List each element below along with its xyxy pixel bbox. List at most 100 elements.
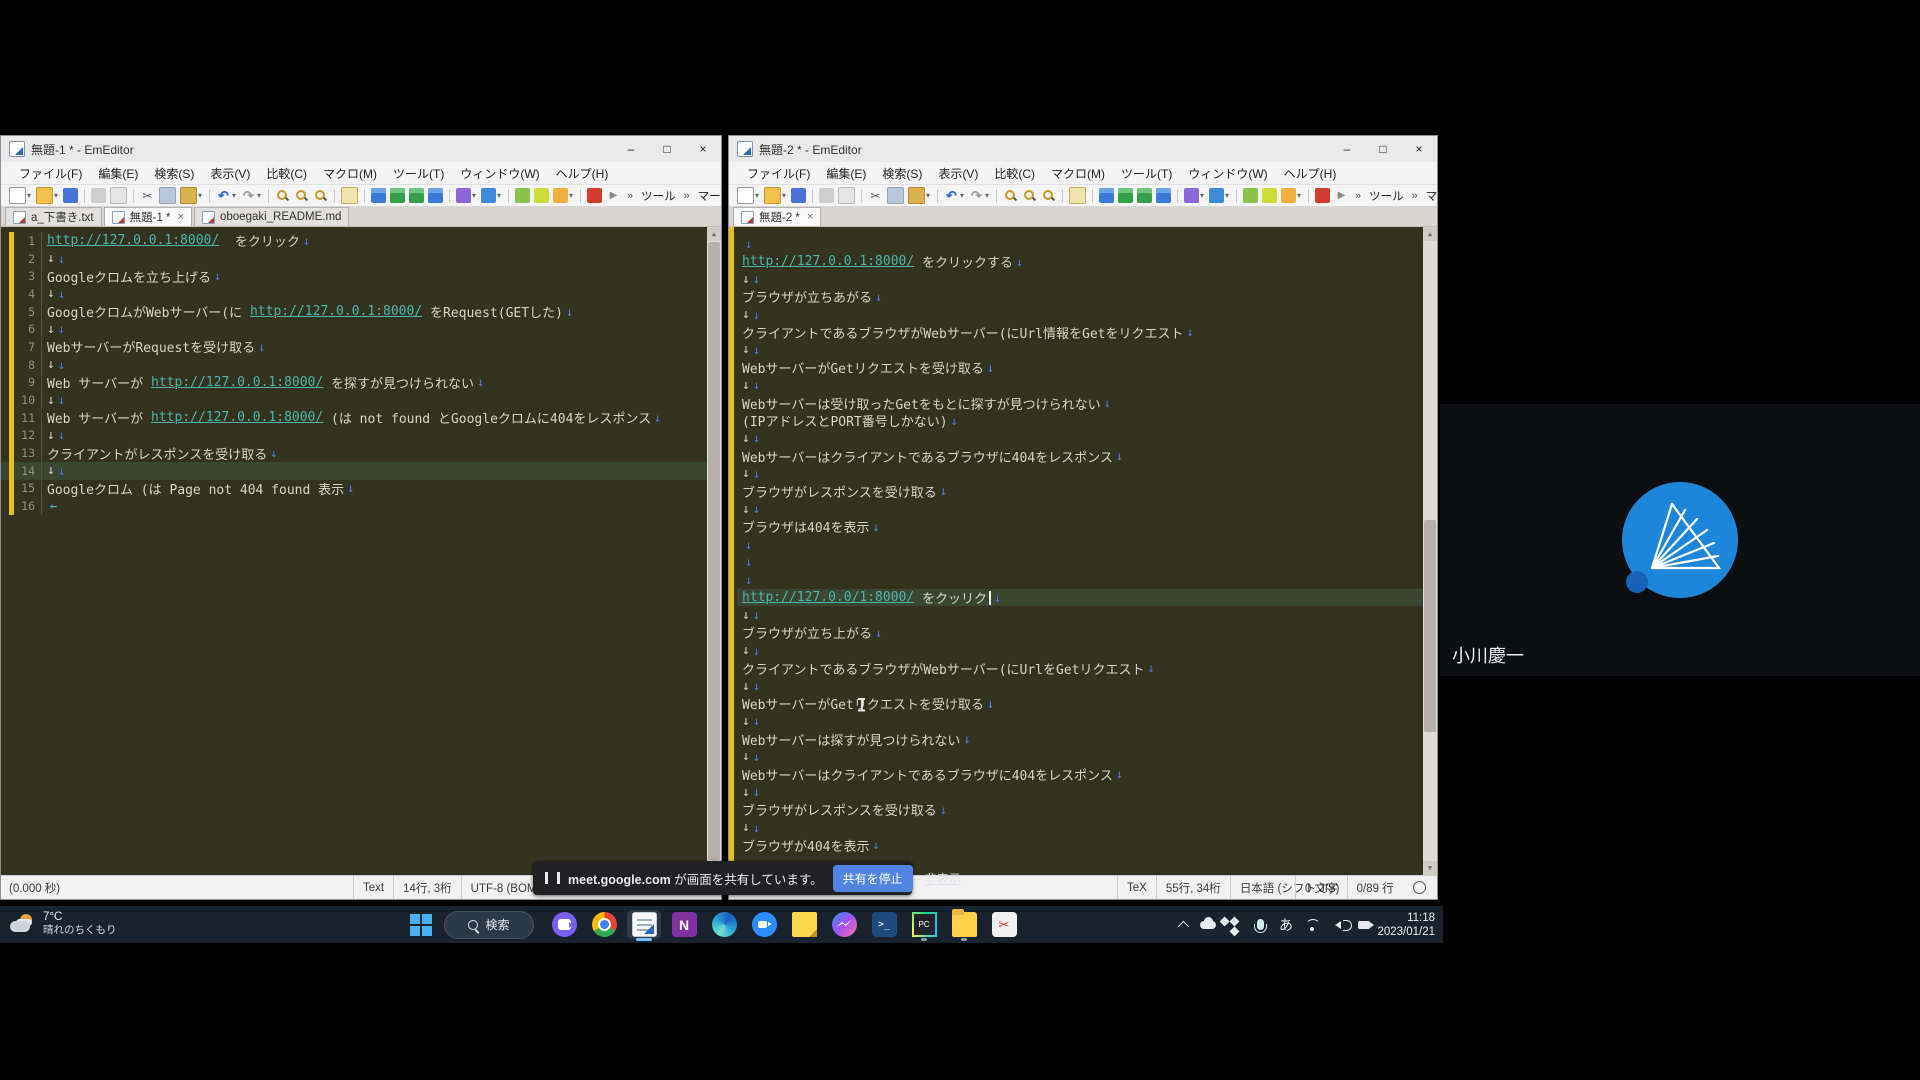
scrollbar-thumb[interactable] [1424, 520, 1436, 732]
find-icon[interactable] [1003, 188, 1018, 203]
redo-icon[interactable] [241, 188, 256, 203]
undo-icon[interactable] [944, 188, 959, 203]
doc-browser-icon[interactable] [1209, 188, 1224, 203]
menu-item[interactable]: 比較(C) [986, 165, 1043, 182]
table-green-icon[interactable] [1118, 188, 1133, 203]
new-icon[interactable] [737, 187, 754, 204]
menu-item[interactable]: ヘルプ(H) [1276, 165, 1345, 182]
toolbar-label[interactable]: マーカー [698, 188, 721, 204]
chrome-taskbar-icon[interactable] [584, 906, 624, 943]
doc-html-icon[interactable] [1184, 188, 1199, 203]
paste-icon[interactable] [180, 187, 197, 204]
document-tab[interactable]: 無題-1 *× [104, 207, 192, 226]
toolbar-overflow-chevron[interactable]: » [1355, 190, 1361, 202]
menu-item[interactable]: ウィンドウ(W) [452, 165, 547, 182]
hyperlink-text[interactable]: http://127.0.0.1:8000/ [151, 375, 323, 390]
status-segment[interactable]: 14行, 3桁 [393, 876, 461, 899]
ime-icon[interactable]: あ [1274, 913, 1298, 937]
filter-icon[interactable] [341, 187, 358, 204]
menu-item[interactable]: 編集(E) [818, 165, 874, 182]
redo-icon[interactable] [969, 188, 984, 203]
editor-right[interactable]: ↓http://127.0.0.1:8000/ をクリックする↓↓↓ブラウザが立… [729, 227, 1437, 875]
dropdown-arrow-icon[interactable]: ▾ [497, 191, 504, 200]
dropdown-arrow-icon[interactable]: ▾ [755, 191, 762, 200]
dropbox-icon[interactable] [1222, 913, 1246, 937]
document-tab[interactable]: oboegaki_README.md [194, 207, 349, 226]
toolbar-label[interactable]: ツール [641, 188, 676, 204]
toolbar-overflow-chevron[interactable]: » [684, 190, 690, 202]
copy-icon[interactable] [887, 187, 904, 204]
document-tab[interactable]: 無題-2 *× [733, 207, 821, 226]
new-icon[interactable] [9, 187, 26, 204]
open-icon[interactable] [764, 187, 781, 204]
status-segment[interactable]: 0 文字 [1295, 876, 1347, 899]
messenger-taskbar-icon[interactable] [824, 906, 864, 943]
preview-icon[interactable] [838, 187, 855, 204]
tool-lime-icon[interactable] [534, 188, 549, 203]
taskbar-clock[interactable]: 11:18 2023/01/21 [1377, 911, 1435, 940]
snip-taskbar-icon[interactable] [984, 906, 1024, 943]
dropdown-arrow-icon[interactable]: ▾ [1200, 191, 1207, 200]
dropdown-arrow-icon[interactable]: ▾ [27, 191, 34, 200]
copy-icon[interactable] [159, 187, 176, 204]
titlebar-right[interactable]: 無題-2 * - EmEditor – □ × [729, 136, 1437, 162]
menu-item[interactable]: ファイル(F) [739, 165, 818, 182]
table-green-icon[interactable] [390, 188, 405, 203]
taskbar-weather-widget[interactable]: 7°C 晴れのちくもり [10, 910, 117, 938]
doc-browser-icon[interactable] [481, 188, 496, 203]
vertical-scrollbar[interactable]: ▲ ▼ [707, 227, 721, 875]
tool-orange-icon[interactable] [553, 188, 568, 203]
save-icon[interactable] [791, 188, 806, 203]
dropdown-arrow-icon[interactable]: ▾ [1297, 191, 1304, 200]
hyperlink-text[interactable]: http://127.0.0/1:8000/ [742, 590, 914, 605]
find-prev-icon[interactable] [313, 188, 328, 203]
cut-icon[interactable] [868, 188, 883, 203]
dropdown-arrow-icon[interactable]: ▾ [569, 191, 576, 200]
menu-item[interactable]: ヘルプ(H) [548, 165, 617, 182]
open-icon[interactable] [36, 187, 53, 204]
hyperlink-text[interactable]: http://127.0.0.1:8000/ [250, 304, 422, 319]
menu-item[interactable]: 比較(C) [258, 165, 315, 182]
scroll-up-arrow[interactable]: ▲ [707, 227, 721, 241]
scroll-up-arrow[interactable]: ▲ [1423, 227, 1437, 241]
maximize-button[interactable]: □ [649, 136, 685, 162]
close-button[interactable]: × [1401, 136, 1437, 162]
find-next-icon[interactable] [294, 188, 309, 203]
wifi-icon[interactable] [1300, 913, 1324, 937]
table-blue-icon[interactable] [1099, 188, 1114, 203]
menu-item[interactable]: ツール(T) [1113, 165, 1180, 182]
tab-close-icon[interactable]: × [178, 211, 184, 223]
participant-video-tile[interactable]: 小川慶一 [1440, 404, 1920, 676]
find-icon[interactable] [275, 188, 290, 203]
menu-item[interactable]: マクロ(M) [315, 165, 385, 182]
menu-item[interactable]: 編集(E) [90, 165, 146, 182]
find-next-icon[interactable] [1022, 188, 1037, 203]
minimize-button[interactable]: – [1329, 136, 1365, 162]
tool-orange-icon[interactable] [1281, 188, 1296, 203]
dropdown-arrow-icon[interactable]: ▾ [985, 191, 992, 200]
menu-item[interactable]: 検索(S) [146, 165, 202, 182]
chevron-up-icon[interactable] [1170, 913, 1194, 937]
hide-banner-link[interactable]: 非表示 [925, 870, 961, 887]
vertical-scrollbar[interactable]: ▲ ▼ [1423, 227, 1437, 875]
dropdown-arrow-icon[interactable]: ▾ [54, 191, 61, 200]
tab-close-icon[interactable]: × [807, 211, 813, 223]
onedrive-icon[interactable] [1196, 913, 1220, 937]
paste-icon[interactable] [908, 187, 925, 204]
tool-green-icon[interactable] [515, 188, 530, 203]
dropdown-arrow-icon[interactable]: ▾ [257, 191, 264, 200]
toolbar-label[interactable]: マーカー [1426, 188, 1437, 204]
pycharm-taskbar-icon[interactable] [904, 906, 944, 943]
stickynotes-taskbar-icon[interactable] [784, 906, 824, 943]
status-segment[interactable]: TeX [1117, 876, 1156, 899]
volume-icon[interactable] [1326, 913, 1350, 937]
record-icon[interactable] [1315, 188, 1330, 203]
status-segment[interactable]: 0/89 行 [1347, 876, 1403, 899]
scroll-down-arrow[interactable]: ▼ [1423, 861, 1437, 875]
status-segment[interactable]: Text [353, 876, 393, 899]
print-icon[interactable] [819, 188, 834, 203]
document-tab[interactable]: a_下書き.txt [5, 207, 102, 226]
table-blue-icon[interactable] [371, 188, 386, 203]
menu-item[interactable]: ツール(T) [385, 165, 452, 182]
table-blue-2-icon[interactable] [1156, 188, 1171, 203]
